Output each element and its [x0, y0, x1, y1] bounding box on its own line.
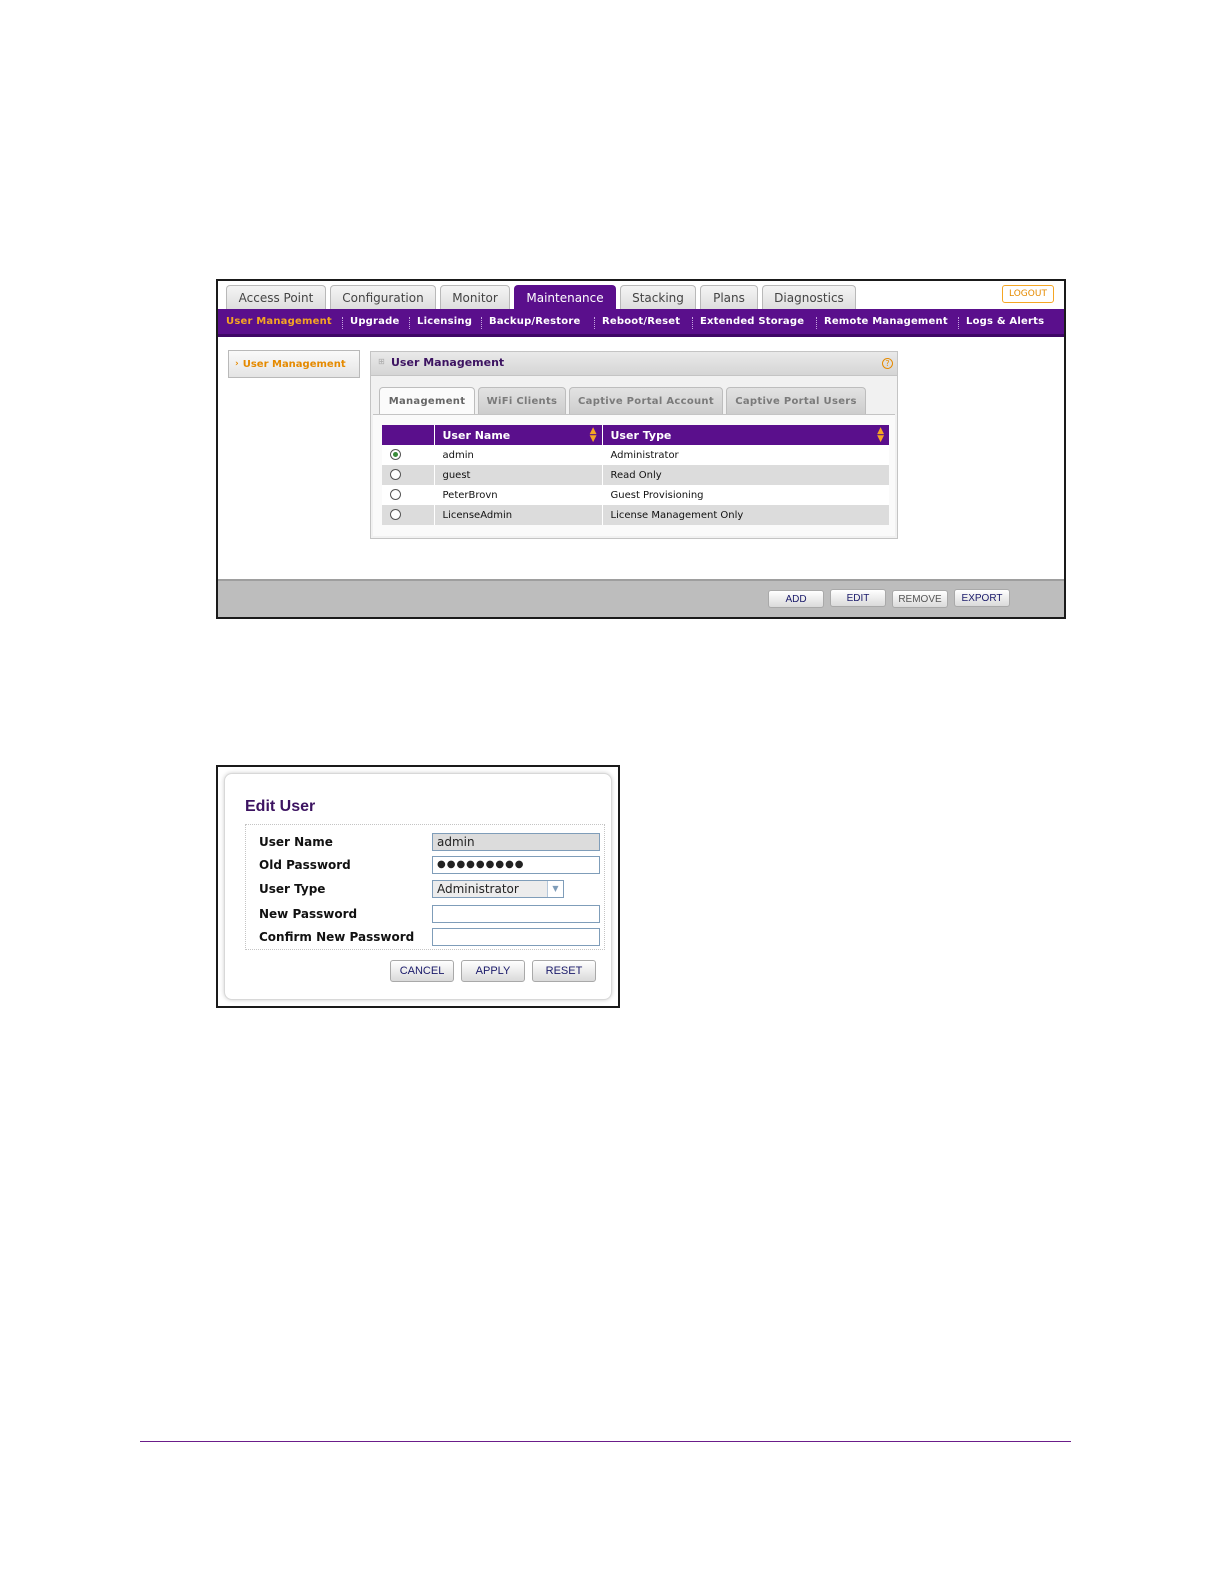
table-row[interactable]: LicenseAdmin License Management Only — [382, 505, 889, 525]
user-name-cell: LicenseAdmin — [433, 505, 602, 525]
user-type-selected-value: Administrator — [437, 882, 519, 896]
user-management-screenshot: Access Point Configuration Monitor Maint… — [216, 279, 1066, 619]
main-tab-bar: Access Point Configuration Monitor Maint… — [218, 281, 1064, 309]
export-button[interactable]: EXPORT — [954, 589, 1010, 607]
sub-nav-bar: User Management Upgrade Licensing Backup… — [218, 309, 1064, 337]
row-radio-button[interactable] — [390, 449, 401, 461]
tab-plans[interactable]: Plans — [700, 285, 758, 309]
user-name-cell: PeterBrovn — [433, 485, 602, 505]
sort-icon[interactable]: ▲ ▼ — [590, 427, 597, 444]
subnav-backup-restore[interactable]: Backup/Restore — [489, 316, 580, 327]
row-radio-button[interactable] — [390, 489, 401, 501]
tab-access-point[interactable]: Access Point — [226, 285, 326, 309]
select-column-header — [382, 425, 434, 445]
tab-maintenance[interactable]: Maintenance — [514, 285, 616, 309]
user-name-field[interactable]: admin — [432, 833, 600, 851]
user-name-label: User Name — [259, 835, 333, 849]
new-password-label: New Password — [259, 907, 358, 921]
table-row[interactable]: guest Read Only — [382, 465, 889, 485]
subnav-separator — [594, 317, 595, 329]
subnav-separator — [958, 317, 959, 329]
reset-button[interactable]: RESET — [532, 960, 596, 982]
table-row[interactable]: PeterBrovn Guest Provisioning — [382, 485, 889, 505]
old-password-label: Old Password — [259, 858, 351, 872]
column-header-label: User Name — [442, 428, 511, 442]
subnav-remote-management[interactable]: Remote Management — [824, 316, 948, 327]
collapse-icon: ⊞ — [378, 357, 385, 366]
user-name-cell: guest — [433, 465, 602, 485]
tab-monitor[interactable]: Monitor — [440, 285, 510, 309]
subnav-separator — [481, 317, 482, 329]
panel-header: ⊞ User Management ? — [371, 352, 897, 376]
user-type-cell: License Management Only — [601, 505, 889, 525]
edit-user-dialog: Edit User User Name admin Old Password ●… — [224, 773, 612, 1000]
row-select-cell — [382, 445, 434, 465]
user-type-label: User Type — [259, 882, 326, 896]
panel-title: User Management — [391, 356, 505, 369]
table-header-row: User Name ▲ ▼ User Type ▲ ▼ — [382, 425, 889, 445]
confirm-new-password-label: Confirm New Password — [259, 930, 415, 944]
subnav-separator — [409, 317, 410, 329]
chevron-right-icon: › — [235, 359, 239, 369]
user-type-cell: Guest Provisioning — [601, 485, 889, 505]
users-table-container: User Name ▲ ▼ User Type ▲ ▼ admin Administra… — [373, 414, 895, 536]
user-name-cell: admin — [433, 445, 602, 465]
add-button[interactable]: ADD — [768, 590, 824, 608]
subnav-upgrade[interactable]: Upgrade — [350, 316, 399, 327]
new-password-field[interactable] — [432, 905, 600, 923]
edit-user-form: User Name admin Old Password ●●●●●●●●● U… — [245, 824, 605, 950]
remove-button[interactable]: REMOVE — [892, 590, 948, 608]
user-type-cell: Read Only — [601, 465, 889, 485]
row-radio-button[interactable] — [390, 469, 401, 481]
row-radio-button[interactable] — [390, 509, 401, 521]
tab-stacking[interactable]: Stacking — [620, 285, 696, 309]
subnav-user-management[interactable]: User Management — [226, 316, 332, 327]
tab-diagnostics[interactable]: Diagnostics — [762, 285, 856, 309]
edit-user-screenshot: Edit User User Name admin Old Password ●… — [216, 765, 620, 1008]
help-icon[interactable]: ? — [882, 358, 893, 369]
apply-button[interactable]: APPLY — [461, 960, 525, 982]
table-row[interactable]: admin Administrator — [382, 445, 889, 465]
subnav-reboot-reset[interactable]: Reboot/Reset — [602, 316, 680, 327]
confirm-new-password-field[interactable] — [432, 928, 600, 946]
sort-icon[interactable]: ▲ ▼ — [877, 427, 884, 444]
user-type-cell: Administrator — [601, 445, 889, 465]
tab-configuration[interactable]: Configuration — [330, 285, 436, 309]
subnav-extended-storage[interactable]: Extended Storage — [700, 316, 804, 327]
row-select-cell — [382, 485, 434, 505]
tab-captive-portal-account[interactable]: Captive Portal Account — [569, 387, 723, 414]
column-header-label: User Type — [610, 428, 672, 442]
column-header-user-name[interactable]: User Name ▲ ▼ — [433, 425, 602, 445]
column-header-user-type[interactable]: User Type ▲ ▼ — [601, 425, 889, 445]
tab-captive-portal-users[interactable]: Captive Portal Users — [726, 387, 866, 414]
subnav-logs-alerts[interactable]: Logs & Alerts — [966, 316, 1044, 327]
subnav-licensing[interactable]: Licensing — [417, 316, 472, 327]
subnav-separator — [342, 317, 343, 329]
old-password-field[interactable]: ●●●●●●●●● — [432, 856, 600, 874]
users-table: User Name ▲ ▼ User Type ▲ ▼ admin Administra… — [382, 425, 889, 525]
chevron-down-icon[interactable]: ▼ — [547, 881, 563, 897]
logout-button[interactable]: LOGOUT — [1002, 285, 1054, 303]
sidebar-item-label: User Management — [242, 358, 346, 370]
tab-wifi-clients[interactable]: WiFi Clients — [478, 387, 566, 414]
cancel-button[interactable]: CANCEL — [390, 960, 454, 982]
sidebar-item-user-management[interactable]: › User Management — [228, 350, 360, 378]
edit-button[interactable]: EDIT — [830, 589, 886, 607]
row-select-cell — [382, 465, 434, 485]
subnav-separator — [816, 317, 817, 329]
user-management-panel: ⊞ User Management ? Management WiFi Clie… — [370, 351, 898, 539]
subnav-separator — [692, 317, 693, 329]
action-bar: ADD EDIT REMOVE EXPORT — [218, 579, 1064, 617]
dialog-title: Edit User — [245, 798, 316, 815]
tab-management[interactable]: Management — [379, 387, 475, 415]
user-type-select[interactable]: Administrator ▼ — [432, 880, 564, 898]
footer-divider — [140, 1441, 1071, 1442]
row-select-cell — [382, 505, 434, 525]
